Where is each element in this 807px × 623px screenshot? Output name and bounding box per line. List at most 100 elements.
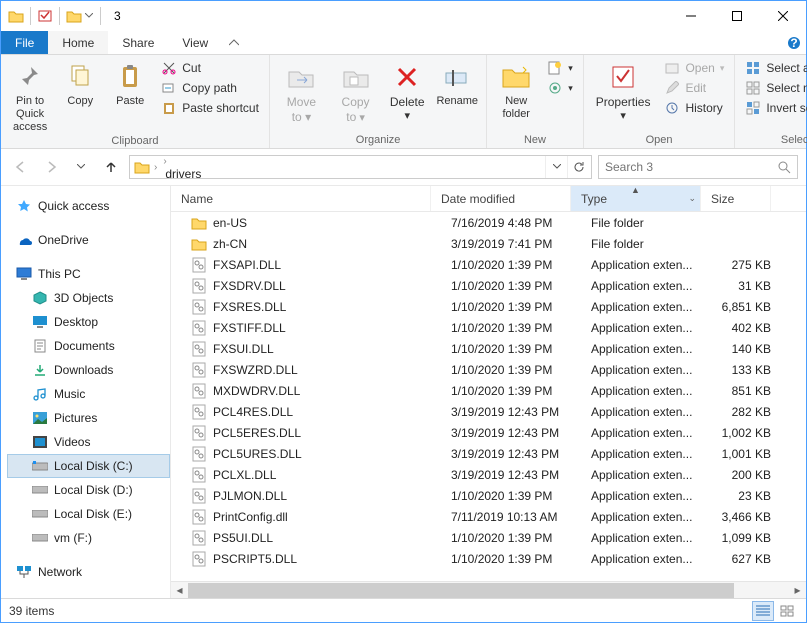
- tree-onedrive[interactable]: OneDrive: [7, 228, 170, 252]
- file-name: PSCRIPT5.DLL: [213, 552, 297, 566]
- invert-selection-button[interactable]: Invert selection: [743, 99, 807, 117]
- large-icons-view-button[interactable]: [776, 601, 798, 621]
- properties-quick-icon[interactable]: [36, 7, 54, 25]
- folder-icon: [134, 159, 150, 175]
- tab-view[interactable]: View: [168, 31, 222, 54]
- help-button[interactable]: ?: [782, 31, 806, 54]
- tree-this-pc[interactable]: This PC: [7, 262, 170, 286]
- details-view-button[interactable]: [752, 601, 774, 621]
- back-button[interactable]: [9, 155, 33, 179]
- history-icon: [664, 100, 680, 116]
- properties-button[interactable]: Properties▾: [590, 57, 657, 134]
- copy-button[interactable]: Copy: [57, 57, 103, 135]
- file-name: en-US: [213, 216, 247, 230]
- horizontal-scrollbar[interactable]: ◂ ▸: [171, 581, 806, 598]
- maximize-button[interactable]: [714, 1, 760, 31]
- file-row[interactable]: PSCRIPT5.DLL1/10/2020 1:39 PMApplication…: [171, 548, 806, 569]
- file-row[interactable]: FXSTIFF.DLL1/10/2020 1:39 PMApplication …: [171, 317, 806, 338]
- edit-button[interactable]: Edit: [662, 79, 726, 97]
- open-button[interactable]: Open ▾: [662, 59, 726, 77]
- file-rows[interactable]: en-US 7/16/2019 4:48 PMFile folder zh-CN3/…: [171, 212, 806, 581]
- paste-button[interactable]: Paste: [107, 57, 153, 135]
- rename-button[interactable]: Rename: [434, 57, 480, 134]
- minimize-button[interactable]: [668, 1, 714, 31]
- pin-icon: [17, 61, 43, 93]
- file-row[interactable]: PCL5URES.DLL3/19/2019 12:43 PMApplicatio…: [171, 443, 806, 464]
- tree-desktop[interactable]: Desktop: [7, 310, 170, 334]
- cut-button[interactable]: Cut: [159, 59, 261, 77]
- drive-icon: [32, 506, 48, 522]
- nav-tree[interactable]: Quick access OneDrive This PC 3D Objects…: [1, 186, 171, 598]
- file-row[interactable]: en-US 7/16/2019 4:48 PMFile folder: [171, 212, 806, 233]
- file-row[interactable]: PJLMON.DLL1/10/2020 1:39 PMApplication e…: [171, 485, 806, 506]
- paste-shortcut-button[interactable]: Paste shortcut: [159, 99, 261, 117]
- tree-quick-access[interactable]: Quick access: [7, 194, 170, 218]
- file-row[interactable]: FXSAPI.DLL1/10/2020 1:39 PMApplication e…: [171, 254, 806, 275]
- select-none-button[interactable]: Select none: [743, 79, 807, 97]
- column-type[interactable]: ▲Type⌄: [571, 186, 701, 211]
- search-box[interactable]: [598, 155, 798, 179]
- tree-music[interactable]: Music: [7, 382, 170, 406]
- file-row[interactable]: FXSDRV.DLL1/10/2020 1:39 PMApplication e…: [171, 275, 806, 296]
- select-all-button[interactable]: Select all: [743, 59, 807, 77]
- address-bar[interactable]: › Windows›System32›spool›drivers›x64›3›: [129, 155, 592, 179]
- file-type: Application exten...: [581, 258, 711, 272]
- close-button[interactable]: [760, 1, 806, 31]
- tab-share[interactable]: Share: [108, 31, 168, 54]
- file-size: 200 KB: [711, 468, 781, 482]
- move-to-button[interactable]: Move to ▾: [276, 57, 327, 134]
- column-size[interactable]: Size: [701, 186, 771, 211]
- file-date: 7/16/2019 4:48 PM: [441, 216, 581, 230]
- tree-downloads[interactable]: Downloads: [7, 358, 170, 382]
- pin-quick-access-button[interactable]: Pin to Quick access: [7, 57, 53, 135]
- delete-button[interactable]: Delete▾: [384, 57, 430, 134]
- folder-icon: [191, 215, 207, 231]
- tab-home[interactable]: Home: [48, 31, 108, 54]
- file-row[interactable]: MXDWDRV.DLL1/10/2020 1:39 PMApplication …: [171, 380, 806, 401]
- file-row[interactable]: FXSWZRD.DLL1/10/2020 1:39 PMApplication …: [171, 359, 806, 380]
- search-input[interactable]: [605, 160, 772, 174]
- tree-network[interactable]: Network: [7, 560, 170, 584]
- copy-to-button[interactable]: Copy to ▾: [331, 57, 380, 134]
- file-row[interactable]: PCL5ERES.DLL3/19/2019 12:43 PMApplicatio…: [171, 422, 806, 443]
- easy-access-button[interactable]: ▾: [545, 79, 575, 97]
- tree-disk-c[interactable]: Local Disk (C:): [7, 454, 170, 478]
- refresh-button[interactable]: [567, 156, 589, 178]
- copy-path-button[interactable]: Copy path: [159, 79, 261, 97]
- file-row[interactable]: PCL4RES.DLL3/19/2019 12:43 PMApplication…: [171, 401, 806, 422]
- tree-disk-e[interactable]: Local Disk (E:): [7, 502, 170, 526]
- tree-vm-f[interactable]: vm (F:): [7, 526, 170, 550]
- file-type: File folder: [581, 216, 711, 230]
- breadcrumb-segment[interactable]: drivers: [161, 167, 222, 179]
- file-row[interactable]: PS5UI.DLL1/10/2020 1:39 PMApplication ex…: [171, 527, 806, 548]
- tree-disk-d[interactable]: Local Disk (D:): [7, 478, 170, 502]
- file-row[interactable]: FXSUI.DLL1/10/2020 1:39 PMApplication ex…: [171, 338, 806, 359]
- scroll-left-button[interactable]: ◂: [171, 582, 188, 599]
- file-date: 1/10/2020 1:39 PM: [441, 531, 581, 545]
- file-type: Application exten...: [581, 447, 711, 461]
- column-date[interactable]: Date modified: [431, 186, 571, 211]
- dll-icon: [191, 446, 207, 462]
- scroll-right-button[interactable]: ▸: [789, 582, 806, 599]
- forward-button[interactable]: [39, 155, 63, 179]
- file-row[interactable]: PCLXL.DLL3/19/2019 12:43 PMApplication e…: [171, 464, 806, 485]
- new-folder-button[interactable]: New folder: [493, 57, 539, 134]
- up-button[interactable]: [99, 155, 123, 179]
- file-row[interactable]: FXSRES.DLL1/10/2020 1:39 PMApplication e…: [171, 296, 806, 317]
- chevron-down-icon[interactable]: [83, 7, 95, 25]
- address-dropdown-button[interactable]: [545, 156, 567, 178]
- tree-pictures[interactable]: Pictures: [7, 406, 170, 430]
- tab-file[interactable]: File: [1, 31, 48, 54]
- recent-locations-button[interactable]: [69, 155, 93, 179]
- history-button[interactable]: History: [662, 99, 726, 117]
- tree-documents[interactable]: Documents: [7, 334, 170, 358]
- file-row[interactable]: zh-CN3/19/2019 7:41 PMFile folder: [171, 233, 806, 254]
- tree-videos[interactable]: Videos: [7, 430, 170, 454]
- collapse-ribbon-button[interactable]: [222, 31, 246, 54]
- scroll-thumb[interactable]: [188, 583, 734, 598]
- column-name[interactable]: Name: [171, 186, 431, 211]
- tree-3d-objects[interactable]: 3D Objects: [7, 286, 170, 310]
- new-item-button[interactable]: ▾: [545, 59, 575, 77]
- breadcrumb[interactable]: Windows›System32›spool›drivers›x64›3›: [161, 155, 222, 179]
- file-row[interactable]: PrintConfig.dll7/11/2019 10:13 AMApplica…: [171, 506, 806, 527]
